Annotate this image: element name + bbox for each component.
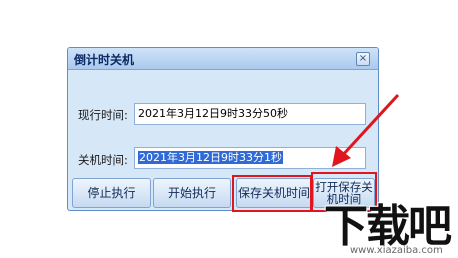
watermark: 下载吧 www.xiazaiba.com xyxy=(310,190,458,258)
watermark-url: www.xiazaiba.com xyxy=(350,245,443,256)
arrow-shaft xyxy=(339,93,400,159)
